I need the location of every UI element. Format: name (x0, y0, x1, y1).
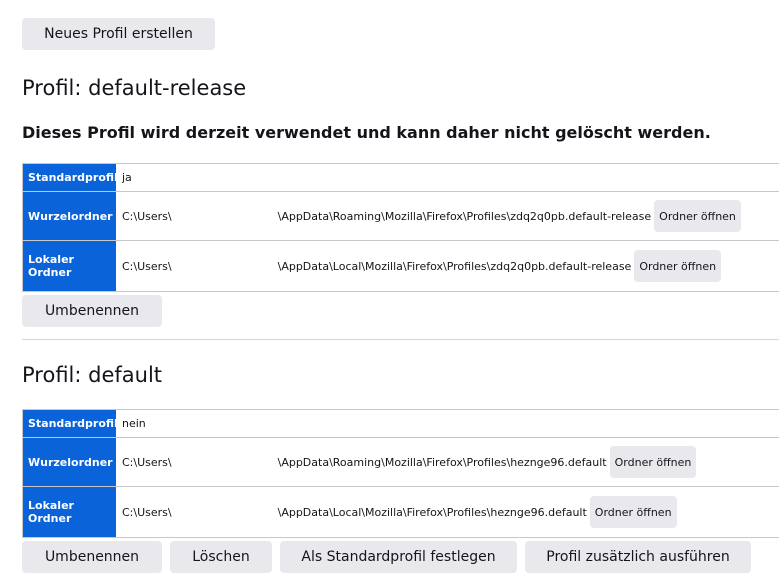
open-local-folder-button[interactable]: Ordner öffnen (589, 496, 677, 528)
delete-button[interactable]: Löschen (170, 541, 272, 573)
local-folder-label: Lokaler Ordner (23, 241, 116, 291)
root-folder-path: C:\Users\ \AppData\Roaming\Mozilla\Firef… (116, 438, 779, 486)
local-folder-path: C:\Users\ \AppData\Local\Mozilla\Firefox… (116, 487, 779, 537)
redacted-username (171, 504, 278, 520)
set-default-profile-button[interactable]: Als Standardprofil festlegen (280, 541, 517, 573)
profile-table: Standardprofil nein Wurzelordner C:\User… (22, 409, 779, 538)
open-root-folder-button[interactable]: Ordner öffnen (654, 200, 741, 232)
section-divider (22, 339, 779, 340)
default-profile-row: Standardprofil ja (23, 164, 779, 192)
local-folder-label: Lokaler Ordner (23, 487, 116, 537)
profile-in-use-note: Dieses Profil wird derzeit verwendet und… (22, 123, 711, 142)
local-folder-row: Lokaler Ordner C:\Users\ \AppData\Local\… (23, 241, 779, 291)
open-root-folder-button[interactable]: Ordner öffnen (609, 446, 697, 478)
path-suffix: \AppData\Roaming\Mozilla\Firefox\Profile… (277, 209, 652, 223)
default-profile-row: Standardprofil nein (23, 410, 779, 438)
open-local-folder-button[interactable]: Ordner öffnen (634, 250, 722, 282)
root-folder-path: C:\Users\ \AppData\Roaming\Mozilla\Firef… (116, 192, 779, 240)
root-folder-row: Wurzelordner C:\Users\ \AppData\Roaming\… (23, 192, 779, 241)
path-prefix: C:\Users\ (122, 209, 172, 223)
root-folder-label: Wurzelordner (23, 192, 116, 240)
redacted-username (171, 208, 278, 224)
path-suffix: \AppData\Local\Mozilla\Firefox\Profiles\… (277, 259, 632, 273)
root-folder-row: Wurzelordner C:\Users\ \AppData\Roaming\… (23, 438, 779, 487)
local-folder-path: C:\Users\ \AppData\Local\Mozilla\Firefox… (116, 241, 779, 291)
redacted-username (171, 454, 278, 470)
local-folder-row: Lokaler Ordner C:\Users\ \AppData\Local\… (23, 487, 779, 537)
launch-profile-button[interactable]: Profil zusätzlich ausführen (525, 541, 751, 573)
rename-button[interactable]: Umbenennen (22, 295, 162, 327)
path-prefix: C:\Users\ (122, 505, 172, 519)
default-profile-value: ja (122, 171, 132, 184)
profile-title: Profil: default (22, 363, 163, 387)
path-suffix: \AppData\Local\Mozilla\Firefox\Profiles\… (277, 505, 587, 519)
redacted-username (171, 258, 278, 274)
default-profile-label: Standardprofil (23, 410, 118, 437)
default-profile-label: Standardprofil (23, 164, 118, 191)
path-suffix: \AppData\Roaming\Mozilla\Firefox\Profile… (277, 455, 607, 469)
path-prefix: C:\Users\ (122, 455, 172, 469)
root-folder-label: Wurzelordner (23, 438, 116, 486)
profile-title: Profil: default-release (22, 76, 247, 100)
path-prefix: C:\Users\ (122, 259, 172, 273)
rename-button[interactable]: Umbenennen (22, 541, 162, 573)
default-profile-value: nein (122, 417, 146, 430)
profile-table: Standardprofil ja Wurzelordner C:\Users\… (22, 163, 779, 292)
new-profile-button[interactable]: Neues Profil erstellen (22, 18, 215, 50)
